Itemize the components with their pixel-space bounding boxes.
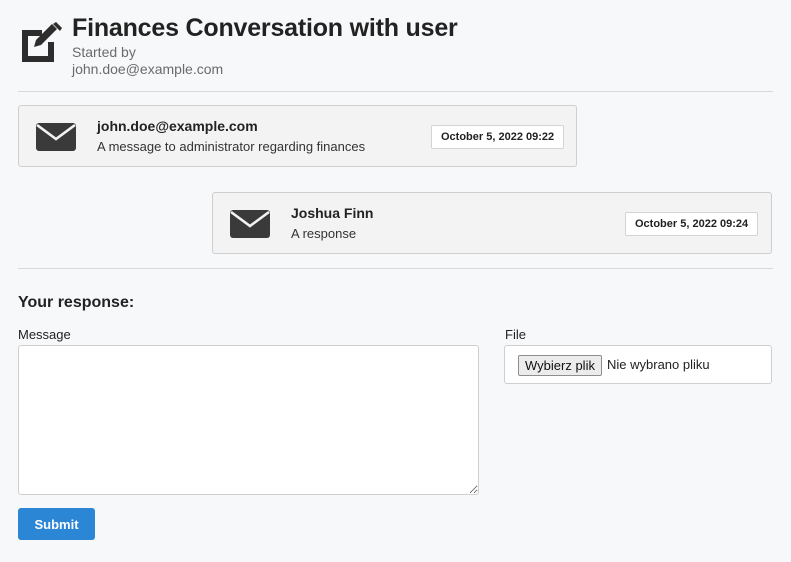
page-title: Finances Conversation with user	[72, 14, 458, 42]
message-card: john.doe@example.com A message to admini…	[18, 105, 577, 167]
header-divider	[18, 91, 773, 92]
submit-button[interactable]: Submit	[18, 508, 95, 540]
response-heading: Your response:	[18, 294, 135, 311]
message-date-badge: October 5, 2022 09:24	[625, 212, 759, 236]
edit-icon	[18, 22, 62, 66]
message-label: Message	[18, 327, 71, 342]
message-text: A response	[291, 226, 357, 241]
file-status-text: Nie wybrano pliku	[607, 357, 710, 372]
started-by-label: Started by	[72, 44, 136, 60]
file-label: File	[505, 327, 526, 342]
message-sender: john.doe@example.com	[97, 118, 258, 134]
message-card: Joshua Finn A response October 5, 2022 0…	[212, 192, 772, 254]
message-sender: Joshua Finn	[291, 205, 374, 221]
header-text: Finances Conversation with user Started …	[72, 12, 458, 78]
choose-file-button[interactable]: Wybierz plik	[518, 355, 602, 376]
envelope-icon	[36, 123, 76, 151]
conversation-header: Finances Conversation with user Started …	[18, 12, 778, 82]
started-by-email: john.doe@example.com	[72, 61, 224, 77]
message-textarea[interactable]	[18, 345, 479, 495]
file-input[interactable]: Wybierz plik Nie wybrano pliku	[504, 345, 772, 384]
messages-divider	[18, 268, 773, 269]
conversation-page: Finances Conversation with user Started …	[0, 0, 791, 562]
message-date-badge: October 5, 2022 09:22	[431, 125, 565, 149]
envelope-icon	[230, 210, 270, 238]
message-text: A message to administrator regarding fin…	[97, 139, 366, 154]
